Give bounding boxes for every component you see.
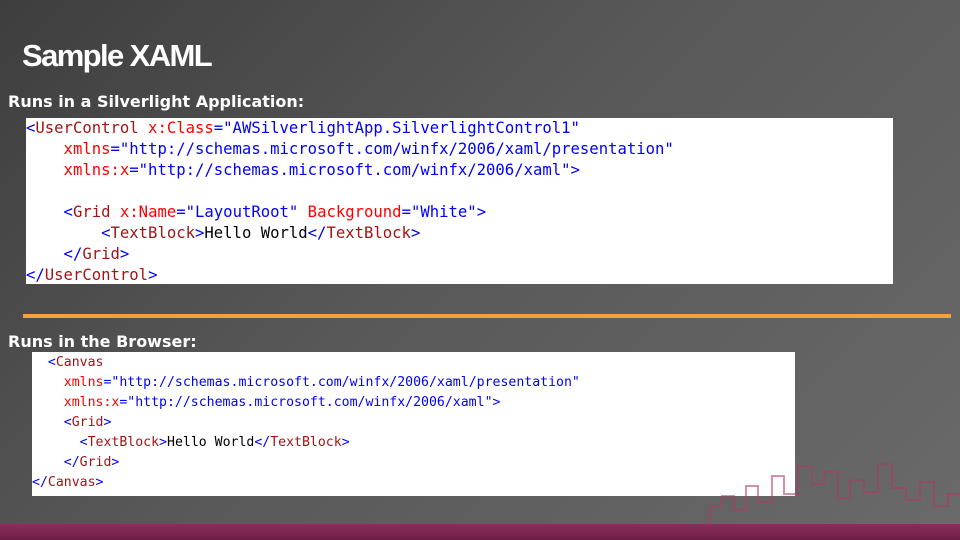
code-line: <TextBlock>Hello World</TextBlock>: [26, 223, 893, 244]
code-token: TextBlock: [326, 224, 411, 242]
code-token: Canvas: [55, 355, 104, 370]
code-token: ="http://schemas.microsoft.com/winfx/200…: [103, 375, 580, 390]
code-token: ="White": [401, 203, 477, 221]
code-token: ="http://schemas.microsoft.com/winfx/200…: [110, 140, 674, 158]
code-token: Background: [298, 203, 402, 221]
code-line: <Canvas: [32, 353, 795, 373]
code-token: Canvas: [47, 475, 96, 490]
code-token: ="AWSilverlightApp.SilverlightControl1": [213, 119, 580, 137]
city-skyline-decoration: [700, 463, 960, 525]
code-token: </: [26, 245, 83, 263]
code-line: <Grid>: [32, 413, 795, 433]
code-token: >: [111, 455, 120, 470]
code-token: >: [95, 475, 104, 490]
code-token: >: [570, 161, 580, 179]
code-token: >: [159, 435, 167, 450]
code-token: Grid: [72, 203, 111, 221]
code-line: xmlns:x="http://schemas.microsoft.com/wi…: [32, 393, 795, 413]
code-token: >: [410, 224, 421, 242]
code-token: <: [26, 224, 111, 242]
code-lines: <UserControl x:Class="AWSilverlightApp.S…: [26, 118, 893, 284]
code-token: Grid: [71, 415, 104, 430]
code-line: <UserControl x:Class="AWSilverlightApp.S…: [26, 118, 893, 139]
code-token: Hello World: [204, 224, 308, 242]
code-token: <: [32, 435, 88, 450]
section-label-browser: Runs in the Browser:: [8, 332, 197, 351]
code-token: </: [26, 266, 45, 284]
bottom-accent-band: [0, 524, 960, 540]
code-lines: <Canvas xmlns="http://schemas.microsoft.…: [32, 352, 795, 493]
slide-title: Sample XAML: [22, 38, 213, 73]
code-token: xmlns:x: [26, 161, 130, 179]
code-line: xmlns:x="http://schemas.microsoft.com/wi…: [26, 160, 893, 181]
code-token: Grid: [79, 455, 112, 470]
code-token: <: [32, 355, 56, 370]
section-label-silverlight: Runs in a Silverlight Application:: [8, 92, 305, 111]
code-token: xmlns: [32, 375, 104, 390]
code-token: </: [32, 475, 48, 490]
code-token: User: [35, 119, 73, 137]
code-line: </Canvas>: [32, 473, 795, 493]
code-token: TextBlock: [270, 435, 342, 450]
code-token: >: [492, 395, 501, 410]
code-block-silverlight: <UserControl x:Class="AWSilverlightApp.S…: [26, 118, 893, 284]
code-line: [26, 181, 893, 202]
code-line: xmlns="http://schemas.microsoft.com/winf…: [26, 139, 893, 160]
code-line: </UserControl>: [26, 265, 893, 284]
code-token: <: [26, 119, 36, 137]
code-token: ="http://schemas.microsoft.com/winfx/200…: [129, 161, 571, 179]
code-token: >: [148, 266, 158, 284]
code-line: <TextBlock>Hello World</TextBlock>: [32, 433, 795, 453]
code-token: Grid: [82, 245, 120, 263]
code-token: >: [103, 415, 112, 430]
code-line: </Grid>: [26, 244, 893, 265]
code-token: TextBlock: [110, 224, 196, 242]
code-line: <Grid x:Name="LayoutRoot" Background="Wh…: [26, 202, 893, 223]
code-token: xmlns: [26, 140, 111, 158]
code-token: Hello World: [167, 435, 255, 450]
code-line: </Grid>: [32, 453, 795, 473]
code-token: <: [32, 415, 72, 430]
code-token: x:Name: [110, 203, 177, 221]
section-divider: [23, 314, 951, 318]
code-token: xmlns:x: [32, 395, 120, 410]
code-token: >: [341, 435, 350, 450]
code-token: ="http://schemas.microsoft.com/winfx/200…: [119, 395, 493, 410]
code-token: </: [254, 435, 271, 450]
code-token: >: [476, 203, 487, 221]
code-token: TextBlock: [87, 435, 160, 450]
code-token: UserControl: [44, 266, 149, 284]
code-token: >: [119, 245, 130, 263]
code-token: >: [195, 224, 205, 242]
code-token: </: [32, 455, 80, 470]
code-block-browser: <Canvas xmlns="http://schemas.microsoft.…: [32, 352, 795, 496]
code-token: ="LayoutRoot": [176, 203, 299, 221]
code-token: Control: [72, 119, 139, 137]
code-token: <: [26, 203, 73, 221]
code-token: </: [307, 224, 327, 242]
code-token: x:Class: [138, 119, 214, 137]
code-line: xmlns="http://schemas.microsoft.com/winf…: [32, 373, 795, 393]
